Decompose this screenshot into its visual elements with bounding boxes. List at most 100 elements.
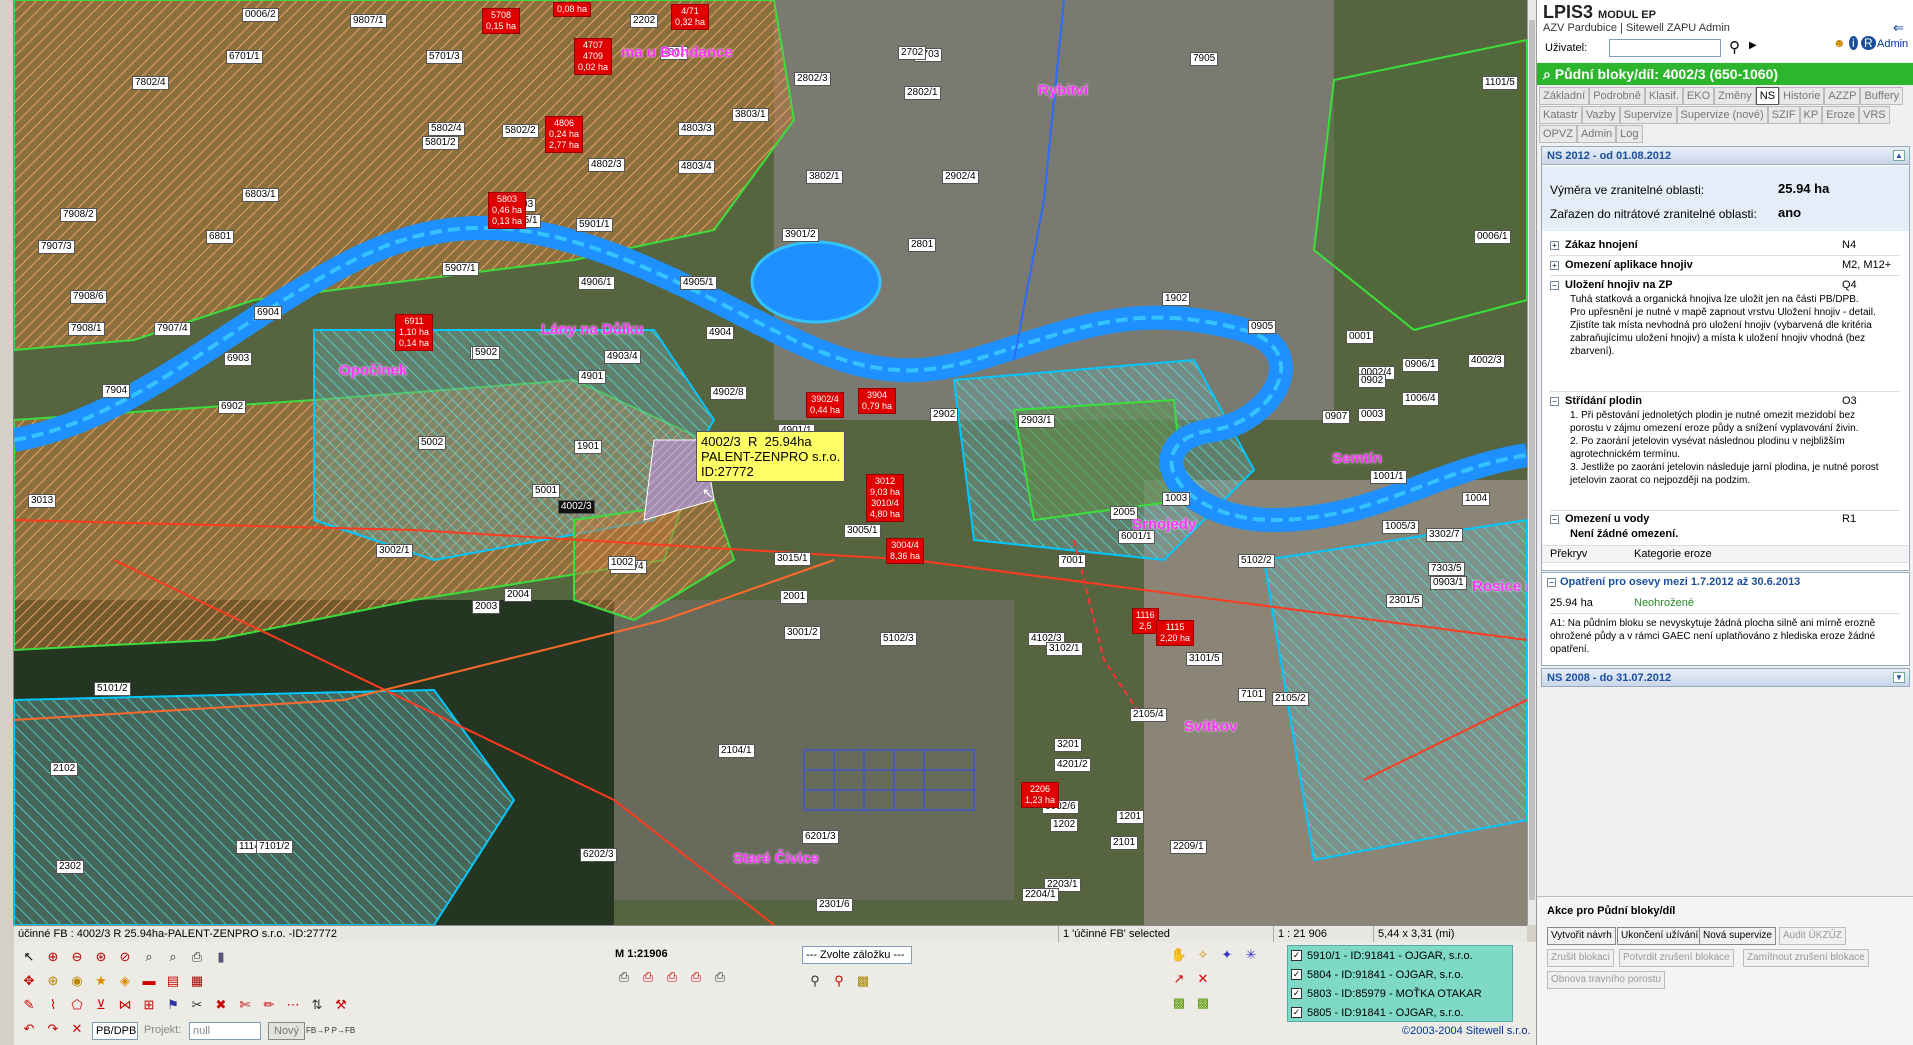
confirm-cancel-block-button[interactable]: Potvrdit zrušení blokace (1619, 949, 1734, 967)
tab-admin[interactable]: Admin (1576, 125, 1617, 143)
parcel-label[interactable]: 6701/1 (226, 50, 263, 64)
pencil-icon[interactable]: ✏ (260, 996, 278, 1014)
arrow-up-down-icon[interactable]: ⇅ (308, 996, 326, 1014)
xy-icon[interactable]: ✕ (68, 1020, 86, 1038)
erosion-header[interactable]: − Opatření pro osevy mezi 1.7.2012 až 30.… (1542, 573, 1909, 591)
tab-supervize[interactable]: Supervize (1619, 106, 1677, 124)
ns2008-header[interactable]: NS 2008 - do 31.07.2012 ▼ (1542, 669, 1909, 687)
highlight-label[interactable]: 6911 1,10 ha 0,14 ha (395, 314, 434, 351)
parcel-label[interactable]: 0905 (1248, 320, 1277, 334)
tab-kp[interactable]: KP (1799, 106, 1823, 124)
binoculars-icon[interactable]: ⚲ (806, 972, 824, 990)
parcel-label[interactable]: 5801/2 (422, 136, 459, 150)
tab-vrs[interactable]: VRS (1858, 106, 1890, 124)
new-supervision-button[interactable]: Nová supervize (1699, 927, 1776, 945)
undo-icon[interactable]: ↶ (20, 1020, 38, 1038)
parcel-label[interactable]: 6904 (254, 306, 283, 320)
parcel-label[interactable]: 1101/5 (1482, 76, 1518, 90)
parcel-label[interactable]: 6801 (206, 230, 235, 244)
parcel-label[interactable]: 4803/4 (678, 160, 715, 174)
parcel-label[interactable]: 2209/1 (1170, 840, 1207, 854)
layers-icon[interactable]: ▦ (188, 972, 206, 990)
selected-parcel-row[interactable]: ✓ 5805 - ID:91841 - OJGAR, s.r.o. (1288, 1003, 1512, 1021)
parcel-checkbox[interactable]: ✓ (1291, 969, 1302, 980)
parcel-label[interactable]: 6202/3 (580, 848, 617, 862)
print-pdf-icon[interactable]: ⎙ (663, 968, 681, 986)
new-project-button[interactable]: Nový (268, 1022, 306, 1040)
row-stridani-plodin[interactable]: − Střídání plodin (1550, 395, 1642, 407)
user-input[interactable] (1609, 39, 1721, 57)
parcel-label[interactable]: 4002/3 (1468, 354, 1505, 368)
parcel-label[interactable]: 2302 (56, 860, 85, 874)
parcel-label[interactable]: 2802/3 (794, 72, 831, 86)
merge-icon[interactable]: ⋈ (116, 996, 134, 1014)
parcel-label[interactable]: 2001 (780, 590, 809, 604)
parcel-checkbox[interactable]: ✓ (1291, 950, 1302, 961)
zoom-extent-icon[interactable]: ⊛ (92, 948, 110, 966)
highlight-label[interactable]: 1116 2,5 (1132, 608, 1159, 634)
parcel-label[interactable]: 6902 (218, 400, 247, 414)
pan-icon[interactable]: ✥ (20, 972, 38, 990)
parcel-label[interactable]: 7904 (102, 384, 131, 398)
parcel-label[interactable]: 7802/4 (132, 76, 169, 90)
parcel-label[interactable]: 3302/7 (1426, 528, 1463, 542)
r-icon[interactable]: R (1861, 36, 1876, 50)
cut-icon[interactable]: ✂ (188, 996, 206, 1014)
highlight-label[interactable]: 3904 0,79 ha (858, 388, 897, 414)
parcel-label[interactable]: 6201/3 (802, 830, 839, 844)
selected-parcel-row[interactable]: ✓ 5804 - ID:91841 - OJGAR, s.r.o. (1288, 965, 1512, 984)
parcel-label[interactable]: 4904 (706, 326, 735, 340)
highlight-label[interactable]: 4/71 0,32 ha (671, 4, 710, 30)
parcel-label[interactable]: 5102/3 (880, 632, 917, 646)
select-icon[interactable]: ⊞ (140, 996, 158, 1014)
edit-line-icon[interactable]: ✎ (20, 996, 38, 1014)
parcel-label[interactable]: 0006/2 (242, 8, 279, 22)
back-arrow-icon[interactable]: ⇐ (1893, 20, 1904, 36)
parcel-label[interactable]: 5902 (472, 346, 501, 360)
audit-button[interactable]: Audit ÚKZÚZ (1779, 927, 1846, 945)
parcel-label[interactable]: 1003 (1162, 492, 1191, 506)
measure-icon[interactable]: ▬ (140, 972, 158, 990)
parcel-label[interactable]: 3802/1 (806, 170, 843, 184)
tab-supervize-nov-[interactable]: Supervize (nové) (1676, 106, 1768, 124)
parcel-label[interactable]: 9807/1 (350, 14, 387, 28)
info-icon[interactable]: i (1848, 36, 1858, 50)
parcel-label[interactable]: 5101/2 (94, 682, 131, 696)
area-icon[interactable]: ▤ (164, 972, 182, 990)
parcel-label[interactable]: 3013 (28, 494, 57, 508)
parcel-label[interactable]: 2104/1 (718, 744, 755, 758)
search-icon[interactable]: ⌕ (140, 948, 158, 966)
tab-azzp[interactable]: AZZP (1824, 87, 1861, 105)
parcel-label[interactable]: 1001/1 (1370, 470, 1407, 484)
parcel-label[interactable]: 2801 (908, 238, 937, 252)
highlight-label[interactable]: 4707 4709 0,02 ha (574, 38, 613, 75)
tab-opvz[interactable]: OPVZ (1539, 125, 1577, 143)
print-icon[interactable]: ⎙ (188, 948, 206, 966)
parcel-label[interactable]: 3201 (1054, 738, 1083, 752)
parcel-label[interactable]: 1006/4 (1402, 392, 1439, 406)
parcel-label[interactable]: 4201/2 (1054, 758, 1091, 772)
bookmark-select[interactable]: --- Zvolte záložku --- (802, 946, 912, 964)
parcel-label[interactable]: 1901 (574, 440, 603, 454)
parcel-label[interactable]: 5102/2 (1238, 554, 1275, 568)
parcel-label[interactable]: 7101 (1238, 688, 1267, 702)
project-select[interactable]: null (189, 1022, 261, 1040)
tab-zm-ny[interactable]: Změny (1714, 87, 1756, 105)
tab-podrobn-[interactable]: Podrobně (1589, 87, 1645, 105)
expand-icon[interactable]: + (1550, 241, 1559, 250)
parcel-label[interactable]: 4903/4 (604, 350, 641, 364)
collapse-row-icon[interactable]: − (1550, 515, 1559, 524)
row-omezeni-aplikace[interactable]: + Omezení aplikace hnojiv (1550, 259, 1693, 271)
identify-icon[interactable]: ✧ (1194, 946, 1212, 964)
layer-select[interactable]: PB/DPB (92, 1022, 138, 1040)
print-map-icon[interactable]: ⎙ (687, 968, 705, 986)
parcel-label[interactable]: 7907/3 (38, 240, 75, 254)
parcel-label[interactable]: 7908/2 (60, 208, 97, 222)
row-ulozeni-hnojiv[interactable]: − Uložení hnojiv na ZP (1550, 279, 1673, 291)
pointer-tool-icon[interactable]: ↖ (20, 948, 38, 966)
parcel-label[interactable]: 3001/2 (784, 626, 821, 640)
parcel-label[interactable]: 5701/3 (426, 50, 463, 64)
highlight-label[interactable]: 1115 2,20 ha (1156, 620, 1195, 646)
parcel-label[interactable]: 7101/2 (256, 840, 293, 854)
parcel-label[interactable]: 0906/1 (1402, 358, 1439, 372)
